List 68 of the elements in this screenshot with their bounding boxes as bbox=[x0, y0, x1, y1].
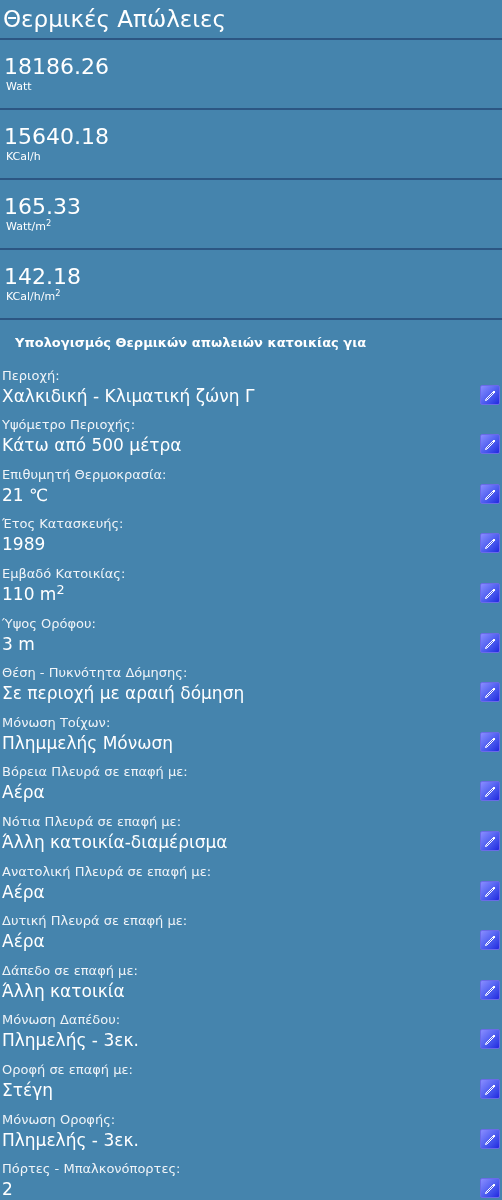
field-value: Αέρα bbox=[2, 880, 45, 904]
page-title: Θερμικές Απώλειες bbox=[3, 4, 226, 34]
edit-button[interactable] bbox=[480, 632, 500, 653]
field-label: Μόνωση Οροφής: bbox=[2, 1111, 116, 1128]
field-label: Υψόμετρο Περιοχής: bbox=[2, 417, 136, 434]
edit-button[interactable] bbox=[480, 1029, 500, 1050]
field-value: Κάτω από 500 μέτρα bbox=[2, 434, 182, 458]
edit-button[interactable] bbox=[480, 979, 500, 1000]
field-value: 1989 bbox=[2, 533, 46, 557]
result-unit: KCal/h bbox=[5, 150, 41, 164]
result-unit: KCal/h/m$^{2}$ bbox=[5, 290, 61, 304]
field-label: Δάπεδο σε επαφή με: bbox=[2, 962, 138, 979]
field-label: Ανατολική Πλευρά σε επαφή με: bbox=[2, 863, 212, 880]
result-unit: Watt bbox=[5, 80, 32, 94]
edit-button[interactable] bbox=[480, 830, 500, 851]
field-label: Οροφή σε επαφή με: bbox=[2, 1061, 133, 1078]
result-value: 165.33 bbox=[4, 194, 81, 219]
pencil-icon bbox=[483, 933, 497, 948]
field-value: Αέρα bbox=[2, 930, 45, 954]
edit-button[interactable] bbox=[480, 1078, 500, 1099]
pencil-icon bbox=[483, 1181, 497, 1196]
field-value: Πλημελής - 3εκ. bbox=[2, 1029, 139, 1053]
field-label: Μόνωση Τοίχων: bbox=[2, 714, 111, 731]
edit-button[interactable] bbox=[480, 483, 500, 504]
field-label: Θέση - Πυκνότητα Δόμησης: bbox=[2, 665, 188, 682]
pencil-icon bbox=[483, 437, 497, 452]
pencil-icon bbox=[483, 784, 497, 799]
result-value: 18186.26 bbox=[4, 54, 109, 80]
field-label: Έτος Κατασκευής: bbox=[2, 516, 124, 533]
pencil-icon bbox=[483, 536, 497, 551]
pencil-icon bbox=[483, 685, 497, 700]
field-label: Δυτική Πλευρά σε επαφή με: bbox=[2, 913, 188, 930]
field-label: Περιοχή: bbox=[2, 367, 60, 384]
edit-button[interactable] bbox=[480, 880, 500, 901]
field-value: Πλημμελής Μόνωση bbox=[2, 731, 173, 755]
result-value: 142.18 bbox=[4, 264, 81, 289]
edit-button[interactable] bbox=[480, 384, 500, 405]
field-label: Εμβαδό Κατοικίας: bbox=[2, 565, 126, 582]
edit-button[interactable] bbox=[480, 582, 500, 603]
field-label: Επιθυμητή Θερμοκρασία: bbox=[2, 466, 167, 483]
edit-button[interactable] bbox=[480, 682, 500, 703]
field-label: Βόρεια Πλευρά σε επαφή με: bbox=[2, 764, 188, 781]
result-value: 15640.18 bbox=[4, 124, 109, 150]
pencil-icon bbox=[483, 1032, 497, 1047]
field-value: Πλημελής - 3εκ. bbox=[2, 1128, 139, 1152]
field-value: Χαλκιδική - Κλιματική ζώνη Γ bbox=[2, 384, 255, 408]
field-label: Νότια Πλευρά σε επαφή με: bbox=[2, 813, 182, 830]
field-value: 3 m bbox=[2, 632, 35, 656]
field-label: Πόρτες - Μπαλκονόπορτες: bbox=[2, 1161, 181, 1178]
field-label: Μόνωση Δαπέδου: bbox=[2, 1012, 121, 1029]
field-value: Αέρα bbox=[2, 781, 45, 805]
edit-button[interactable] bbox=[480, 731, 500, 752]
edit-button[interactable] bbox=[480, 781, 500, 802]
edit-button[interactable] bbox=[480, 533, 500, 554]
field-value: Σε περιοχή με αραιή δόμηση bbox=[2, 682, 245, 706]
field-value: 21 ℃ bbox=[2, 483, 49, 507]
field-value: Στέγη bbox=[2, 1078, 53, 1102]
field-value: Άλλη κατοικία-διαμέρισμα bbox=[2, 830, 228, 854]
edit-button[interactable] bbox=[480, 930, 500, 951]
field-value: Άλλη κατοικία bbox=[2, 979, 125, 1003]
field-value: 2 bbox=[2, 1178, 13, 1200]
edit-button[interactable] bbox=[480, 1128, 500, 1149]
field-value: 110 m$^{2}$ bbox=[2, 581, 65, 606]
result-unit: Watt/m$^{2}$ bbox=[5, 220, 52, 234]
field-label: Ύψος Ορόφου: bbox=[2, 615, 96, 632]
section-heading: Υπολογισμός Θερμικών απωλειών κατοικίας για bbox=[15, 335, 367, 350]
edit-button[interactable] bbox=[480, 1178, 500, 1199]
edit-button[interactable] bbox=[480, 434, 500, 455]
